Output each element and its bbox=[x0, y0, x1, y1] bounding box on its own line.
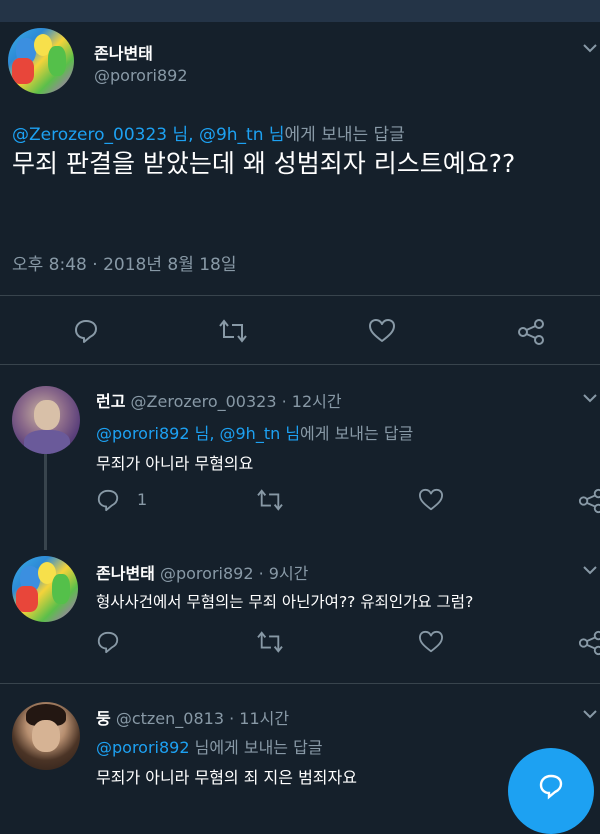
retweet-button[interactable] bbox=[218, 318, 248, 344]
reply-icon bbox=[97, 489, 119, 512]
chevron-down-icon[interactable] bbox=[582, 392, 598, 404]
reply-to-label: 에게 보내는 답글 bbox=[300, 424, 414, 443]
retweet-icon bbox=[257, 631, 283, 653]
handle[interactable]: @porori892 bbox=[160, 564, 254, 583]
reply-button[interactable] bbox=[96, 630, 120, 654]
divider bbox=[0, 683, 600, 684]
handle[interactable]: @porori892 bbox=[94, 66, 188, 85]
avatar[interactable] bbox=[8, 28, 74, 94]
share-button[interactable] bbox=[578, 630, 600, 656]
time[interactable]: · 12시간 bbox=[282, 392, 342, 411]
share-icon bbox=[578, 630, 600, 656]
reply-to-mentions[interactable]: @porori892 bbox=[96, 738, 190, 757]
reply-to-mentions[interactable]: @Zerozero_00323 님, @9h_tn 님 bbox=[12, 125, 285, 145]
chevron-down-icon[interactable] bbox=[582, 42, 598, 54]
retweet-button[interactable] bbox=[256, 488, 284, 512]
chevron-down-icon[interactable] bbox=[582, 708, 598, 720]
reply-to-label: 님에게 보내는 답글 bbox=[189, 738, 323, 757]
avatar[interactable] bbox=[12, 556, 78, 622]
like-button[interactable] bbox=[418, 630, 444, 654]
retweet-icon bbox=[219, 319, 247, 343]
reply-button[interactable] bbox=[73, 318, 99, 344]
divider bbox=[0, 295, 600, 296]
avatar[interactable] bbox=[12, 702, 80, 770]
like-icon bbox=[369, 319, 395, 342]
tweet-text: 형사사건에서 무혐의는 무죄 아닌가여?? 유죄인가요 그럼? bbox=[96, 593, 474, 611]
avatar[interactable] bbox=[12, 386, 80, 454]
top-bar bbox=[0, 0, 600, 22]
handle[interactable]: @ctzen_0813 bbox=[116, 709, 224, 728]
reply-to-line: @porori892 님에게 보내는 답글 bbox=[96, 734, 323, 758]
reply-to-label: 에게 보내는 답글 bbox=[284, 125, 405, 145]
retweet-icon bbox=[257, 489, 283, 511]
tweet-text: 무죄 판결을 받았는데 왜 성범죄자 리스트예요?? bbox=[12, 149, 516, 178]
tweet-text: 무죄가 아니라 무혐의 죄 지은 범죄자요 bbox=[96, 768, 357, 787]
like-button[interactable] bbox=[418, 488, 444, 512]
timestamp: 오후 8:48 · 2018년 8월 18일 bbox=[12, 255, 237, 275]
thread-line bbox=[44, 454, 47, 550]
reply-icon bbox=[97, 631, 119, 654]
chevron-down-icon[interactable] bbox=[582, 564, 598, 576]
share-icon bbox=[518, 319, 544, 345]
share-icon bbox=[578, 488, 600, 514]
reply-button[interactable] bbox=[96, 488, 120, 512]
share-button[interactable] bbox=[578, 488, 600, 514]
handle[interactable]: @Zerozero_00323 bbox=[131, 392, 277, 411]
tweet-text: 무죄가 아니라 무혐의요 bbox=[96, 454, 254, 473]
display-name[interactable]: 존나변태 bbox=[96, 564, 155, 583]
share-button[interactable] bbox=[517, 318, 545, 346]
time[interactable]: · 9시간 bbox=[259, 564, 309, 583]
time[interactable]: · 11시간 bbox=[229, 709, 289, 728]
compose-button[interactable] bbox=[508, 748, 594, 834]
reply-to-line: @porori892 님, @9h_tn 님에게 보내는 답글 bbox=[96, 420, 413, 444]
retweet-button[interactable] bbox=[256, 630, 284, 654]
reply-header: 존나변태 @porori892 · 9시간 bbox=[96, 560, 308, 584]
like-button[interactable] bbox=[368, 318, 396, 344]
reply-to-line: @Zerozero_00323 님, @9h_tn 님에게 보내는 답글 bbox=[12, 120, 405, 145]
like-icon bbox=[419, 630, 443, 653]
display-name[interactable]: 런고 bbox=[96, 392, 125, 411]
reply-icon bbox=[75, 320, 97, 343]
reply-count: 1 bbox=[137, 490, 148, 509]
divider bbox=[0, 364, 600, 365]
reply-to-mentions[interactable]: @porori892 님, @9h_tn 님 bbox=[96, 424, 300, 443]
reply-header: 런고 @Zerozero_00323 · 12시간 bbox=[96, 388, 342, 412]
display-name[interactable]: 둥 bbox=[96, 709, 111, 728]
display-name[interactable]: 존나변태 bbox=[94, 40, 153, 64]
reply-header: 둥 @ctzen_0813 · 11시간 bbox=[96, 705, 289, 729]
like-icon bbox=[419, 488, 443, 511]
